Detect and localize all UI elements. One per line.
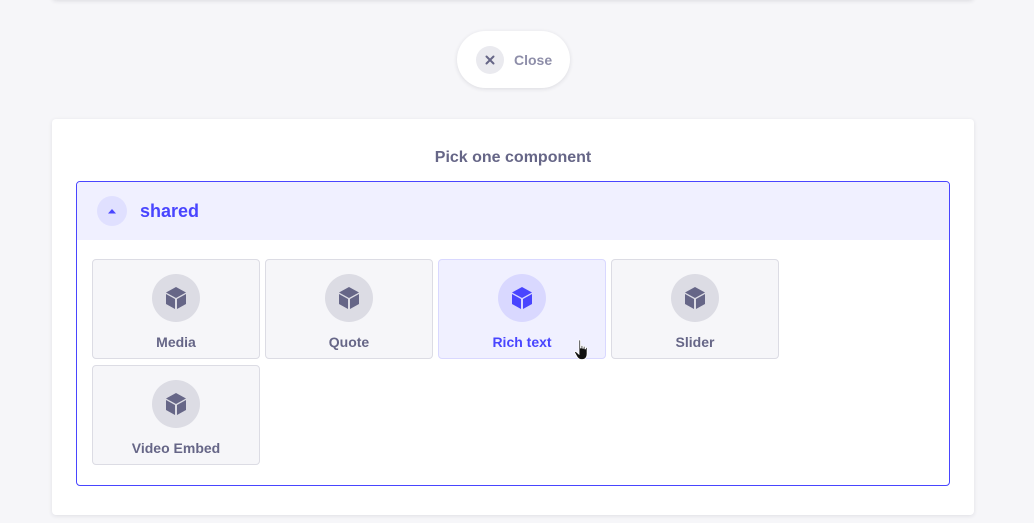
- component-grid: Media Quote Rich text Slider Video Embed: [92, 259, 792, 465]
- component-label: Slider: [675, 334, 715, 350]
- component-picker: Pick one component shared Media Quote Ri…: [52, 119, 974, 515]
- component-label: Quote: [328, 334, 370, 350]
- component-label: Rich text: [492, 334, 552, 350]
- component-slider[interactable]: Slider: [611, 259, 779, 359]
- component-label: Video Embed: [131, 440, 221, 456]
- close-button-label: Close: [514, 51, 553, 68]
- component-media[interactable]: Media: [92, 259, 260, 359]
- component-video-embed[interactable]: Video Embed: [92, 365, 260, 465]
- cube-icon: [325, 274, 373, 322]
- component-quote[interactable]: Quote: [265, 259, 433, 359]
- cube-icon: [152, 380, 200, 428]
- picker-title: Pick one component: [434, 149, 592, 166]
- close-button[interactable]: Close: [457, 31, 570, 88]
- category-name: shared: [140, 200, 200, 221]
- component-label: Media: [156, 334, 196, 350]
- cube-icon: [152, 274, 200, 322]
- component-category-shared: shared Media Quote Rich text Slider Vide…: [76, 181, 950, 486]
- cube-icon: [671, 274, 719, 322]
- category-header[interactable]: shared: [77, 182, 949, 240]
- cube-icon: [498, 274, 546, 322]
- close-icon: [476, 45, 504, 74]
- component-rich-text[interactable]: Rich text: [438, 259, 606, 359]
- chevron-up-icon[interactable]: [97, 196, 127, 226]
